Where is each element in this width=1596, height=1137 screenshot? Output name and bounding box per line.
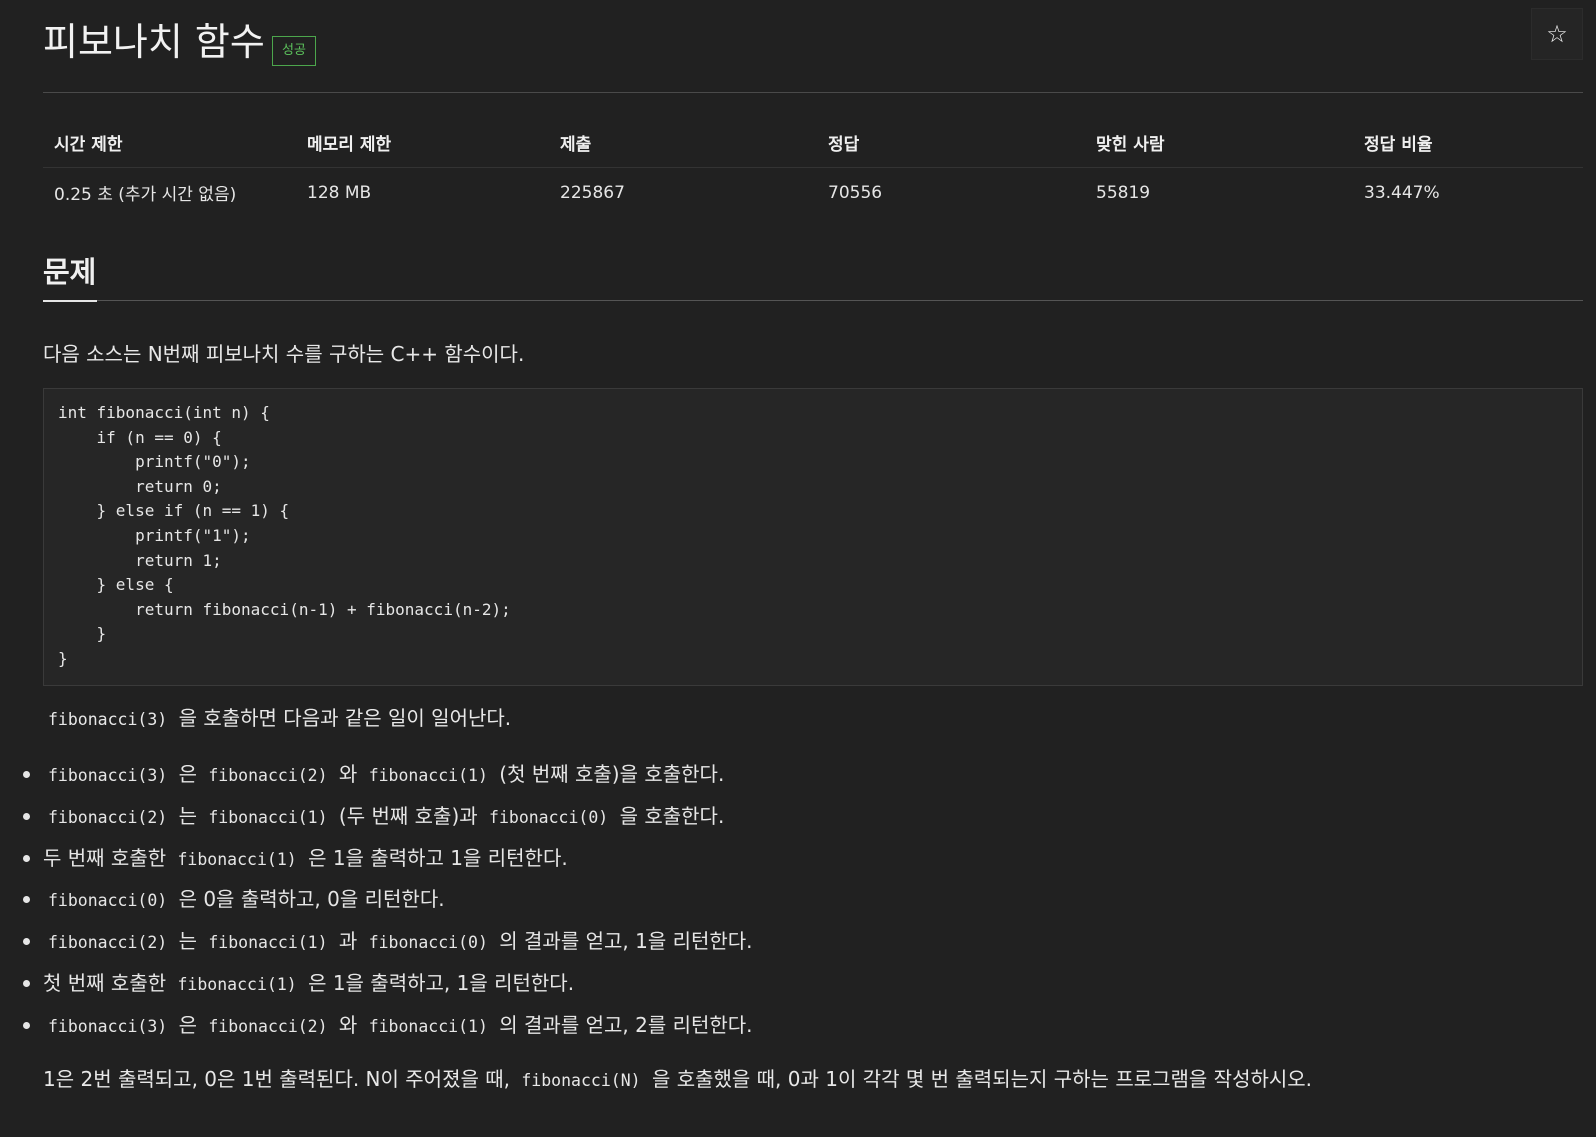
inline-code: fibonacci(1) — [368, 766, 488, 785]
memory-limit-header: 메모리 제한 — [307, 135, 392, 155]
list-item: fibonacci(2) 는 fibonacci(1) 과 fibonacci(… — [23, 925, 753, 967]
step-text: 의 결과를 얻고, 2를 리턴한다. — [499, 1012, 753, 1037]
accuracy-value: 33.447% — [1353, 167, 1583, 215]
step-text: 첫 번째 호출한 — [43, 970, 167, 995]
inline-code: fibonacci(1) — [177, 974, 297, 994]
step-text: 와 — [338, 1012, 358, 1037]
problem-intro: 다음 소스는 N번째 피보나치 수를 구하는 C++ 함수이다. — [43, 342, 525, 366]
solvers-header: 맞힌 사람 — [1096, 135, 1165, 155]
memory-limit-value: 128 MB — [296, 167, 549, 215]
time-limit-value: 0.25 초 (추가 시간 없음) — [43, 167, 296, 215]
inline-code: fibonacci(3) — [48, 1016, 168, 1036]
time-limit-header: 시간 제한 — [54, 135, 123, 155]
step-text: 는 — [178, 803, 197, 828]
inline-code: fibonacci(2) — [48, 807, 168, 827]
step-text: 와 — [338, 762, 358, 786]
step-text: 두 번째 호출한 — [43, 845, 167, 870]
status-badge[interactable]: 성공 — [272, 36, 316, 66]
section-title-underline — [43, 300, 97, 302]
accepted-header: 정답 — [828, 135, 860, 155]
list-item: fibonacci(0) 은 0을 출력하고, 0을 리턴한다. — [23, 883, 753, 925]
list-item: fibonacci(2) 는 fibonacci(1) (두 번째 호출)과 f… — [23, 800, 753, 842]
list-item: fibonacci(3) 은 fibonacci(2) 와 fibonacci(… — [23, 1009, 753, 1051]
problem-closing: 1은 2번 출력되고, 0은 1번 출력된다. N이 주어졌을 때, fibon… — [43, 1063, 1312, 1097]
inline-code: fibonacci(3) — [48, 710, 168, 729]
call-steps-list: fibonacci(3) 은 fibonacci(2) 와 fibonacci(… — [23, 758, 753, 1051]
step-text: (두 번째 호출)과 — [338, 803, 478, 828]
problem-info-table: 시간 제한 메모리 제한 제출 정답 맞힌 사람 정답 비율 0.25 초 (추… — [43, 120, 1583, 215]
closing-text: 1은 2번 출력되고, 0은 1번 출력된다. N이 주어졌을 때, — [43, 1067, 510, 1091]
accepted-value: 70556 — [817, 167, 1085, 215]
inline-code: fibonacci(N) — [521, 1071, 641, 1090]
solvers-value: 55819 — [1085, 167, 1353, 215]
problem-section-header: 문제 — [43, 252, 1583, 302]
inline-code: fibonacci(0) — [489, 807, 609, 827]
inline-code: fibonacci(1) — [208, 933, 328, 953]
submissions-header: 제출 — [560, 135, 592, 155]
step-text: 은 0을 출력하고, 0을 리턴한다. — [178, 887, 445, 912]
list-item: 첫 번째 호출한 fibonacci(1) 은 1을 출력하고, 1을 리턴한다… — [23, 967, 753, 1009]
inline-code: fibonacci(2) — [48, 933, 168, 953]
inline-code: fibonacci(0) — [48, 891, 168, 911]
step-text: 은 1을 출력하고 1을 리턴한다. — [308, 845, 568, 870]
inline-code: fibonacci(3) — [48, 766, 168, 785]
step-text: 는 — [178, 929, 197, 954]
info-header-row: 시간 제한 메모리 제한 제출 정답 맞힌 사람 정답 비율 — [43, 120, 1583, 168]
closing-text: 을 호출했을 때, 0과 1이 각각 몇 번 출력되는지 구하는 프로그램을 작… — [651, 1067, 1313, 1091]
step-text: 은 — [178, 762, 197, 786]
problem-page: 피보나치 함수 성공 ☆ 시간 제한 메모리 제한 제출 정답 맞힌 사람 정답… — [23, 0, 1583, 1091]
problem-title: 피보나치 함수 — [43, 20, 265, 64]
inline-code: fibonacci(1) — [177, 849, 297, 869]
list-item: 두 번째 호출한 fibonacci(1) 은 1을 출력하고 1을 리턴한다. — [23, 842, 753, 884]
star-icon: ☆ — [1546, 20, 1568, 48]
step-text: 을 호출한다. — [619, 803, 725, 828]
accuracy-header: 정답 비율 — [1364, 135, 1433, 155]
step-text: 의 결과를 얻고, 1을 리턴한다. — [499, 929, 753, 954]
inline-code: fibonacci(0) — [368, 933, 488, 953]
info-value-row: 0.25 초 (추가 시간 없음) 128 MB 225867 70556 55… — [43, 167, 1583, 215]
step-text: (첫 번째 호출)을 호출한다. — [499, 762, 725, 786]
favorite-button[interactable]: ☆ — [1531, 8, 1583, 60]
step-text: 과 — [338, 929, 358, 954]
inline-code: fibonacci(2) — [208, 1016, 328, 1036]
step-text: 은 — [178, 1012, 197, 1037]
inline-code: fibonacci(2) — [208, 766, 328, 785]
call-description-text: 을 호출하면 다음과 같은 일이 일어난다. — [178, 706, 512, 730]
inline-code: fibonacci(1) — [208, 807, 328, 827]
section-title: 문제 — [43, 255, 97, 289]
submissions-value: 225867 — [549, 167, 817, 215]
code-block: int fibonacci(int n) { if (n == 0) { pri… — [43, 388, 1583, 686]
problem-header: 피보나치 함수 성공 ☆ — [43, 0, 1583, 93]
step-text: 은 1을 출력하고, 1을 리턴한다. — [308, 970, 575, 995]
inline-code: fibonacci(1) — [368, 1016, 488, 1036]
list-item: fibonacci(3) 은 fibonacci(2) 와 fibonacci(… — [23, 758, 753, 800]
call-description: fibonacci(3) 을 호출하면 다음과 같은 일이 일어난다. — [43, 702, 511, 736]
